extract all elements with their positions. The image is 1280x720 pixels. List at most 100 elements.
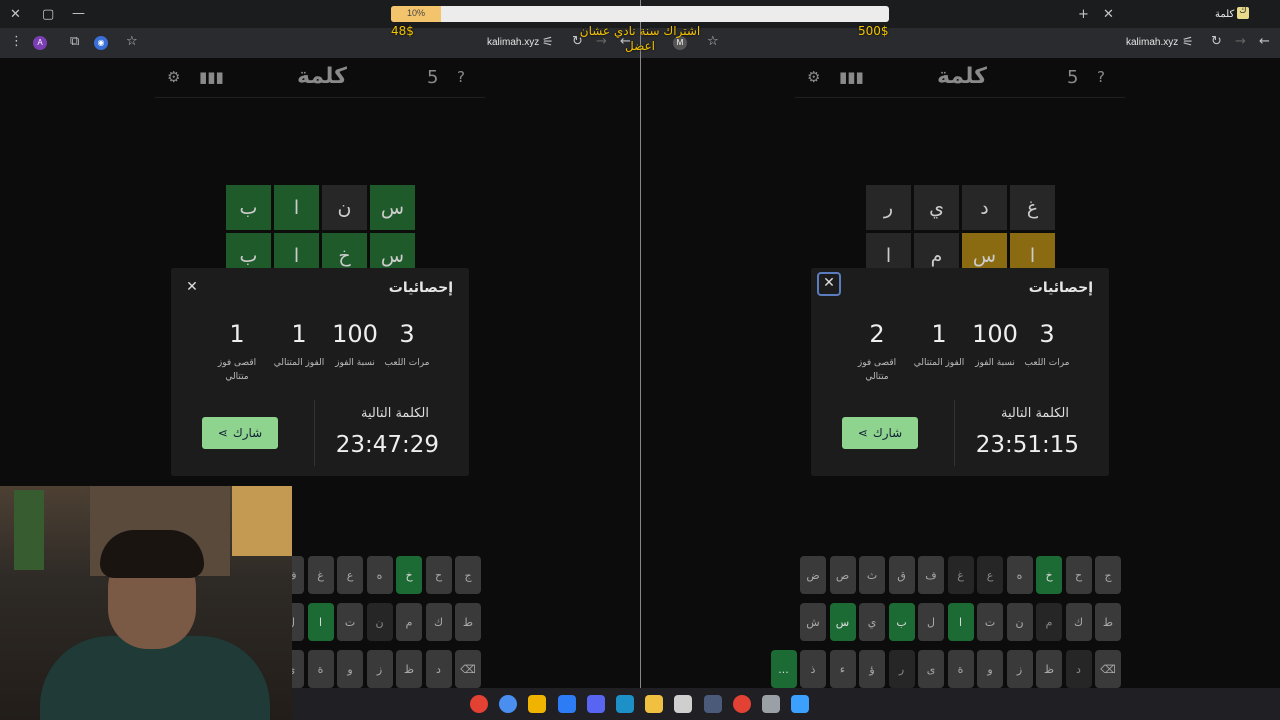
keyboard-key[interactable]: غ — [307, 556, 334, 594]
keyboard-key[interactable]: ؤ — [859, 650, 885, 688]
keyboard-key[interactable]: ة — [307, 650, 334, 688]
keyboard-key[interactable]: ش — [800, 603, 826, 641]
share-button[interactable]: ⋖ شارك — [842, 417, 918, 449]
new-tab-icon[interactable]: + — [1078, 8, 1089, 21]
keyboard-key[interactable]: د — [425, 650, 452, 688]
keyboard-key[interactable]: ك — [425, 603, 452, 641]
backspace-key[interactable]: ⌫ — [455, 650, 481, 688]
keyboard-key[interactable]: ج — [1095, 556, 1121, 594]
discord-icon[interactable] — [586, 695, 605, 713]
steam-icon[interactable] — [703, 695, 722, 713]
stats-icon[interactable]: ▮▮▮ — [199, 70, 224, 85]
settings-icon[interactable]: ⚙ — [807, 70, 820, 85]
keyboard-key[interactable]: ل — [918, 603, 944, 641]
keyboard-key[interactable]: ت — [977, 603, 1003, 641]
keyboard-key[interactable]: ع — [977, 556, 1003, 594]
keyboard-key[interactable]: ن — [366, 603, 393, 641]
file-explorer-icon[interactable] — [645, 695, 664, 713]
url-text[interactable]: kalimah.xyz — [487, 37, 539, 48]
keyboard-key[interactable]: م — [396, 603, 422, 641]
keyboard-key[interactable]: و — [337, 650, 363, 688]
keyboard-key[interactable]: د — [1065, 650, 1092, 688]
keyboard-key[interactable]: ط — [1095, 603, 1121, 641]
share-button[interactable]: ⋖ شارك — [202, 417, 278, 449]
help-icon[interactable]: ? — [457, 70, 465, 85]
chrome-beta-icon[interactable] — [499, 695, 518, 713]
stat-label: نسبة الفوز — [335, 358, 375, 368]
keyboard-key[interactable]: خ — [1036, 556, 1062, 594]
keyboard-key[interactable]: ذ — [800, 650, 826, 688]
keyboard-key[interactable]: خ — [396, 556, 422, 594]
help-icon[interactable]: ? — [1097, 70, 1105, 85]
keyboard-key[interactable]: ط — [455, 603, 481, 641]
forward-icon[interactable]: → — [1235, 35, 1246, 48]
keyboard-key[interactable]: غ — [947, 556, 974, 594]
keyboard-key[interactable]: ا — [947, 603, 974, 641]
keyboard-key[interactable]: ا — [307, 603, 334, 641]
settings-icon[interactable] — [762, 695, 780, 713]
keyboard-key[interactable]: ب — [888, 603, 915, 641]
profile-avatar[interactable]: A — [33, 36, 47, 50]
keyboard-key[interactable]: ء — [829, 650, 856, 688]
extensions-icon[interactable]: ⧉ — [70, 35, 79, 48]
extension-badge-icon[interactable]: ◉ — [94, 36, 108, 50]
stat-value: 100 — [332, 320, 378, 348]
chrome-icon-2[interactable] — [732, 695, 751, 713]
url-text[interactable]: kalimah.xyz — [1126, 37, 1178, 48]
keyboard-key[interactable]: ق — [888, 556, 915, 594]
background-lamp — [232, 486, 292, 556]
board-tile: س — [370, 185, 415, 230]
keyboard-key[interactable]: و — [977, 650, 1003, 688]
rockstar-icon[interactable] — [528, 695, 547, 713]
tab-close-icon[interactable]: ✕ — [1103, 8, 1114, 21]
board-tile: د — [962, 185, 1007, 230]
reload-icon[interactable]: ↻ — [1211, 35, 1222, 48]
keyboard-key[interactable]: ح — [1065, 556, 1092, 594]
edge-icon[interactable] — [616, 695, 634, 713]
streamer-hair — [100, 530, 204, 578]
keyboard-key[interactable]: ح — [425, 556, 452, 594]
keyboard-key[interactable]: ي — [859, 603, 885, 641]
keyboard-key[interactable]: ج — [455, 556, 481, 594]
keyboard-key[interactable]: ث — [859, 556, 885, 594]
keyboard-key[interactable]: ف — [918, 556, 944, 594]
media-player-icon[interactable] — [557, 695, 576, 713]
keyboard-key[interactable]: ر — [888, 650, 915, 688]
keyboard-key[interactable]: ظ — [1036, 650, 1062, 688]
keyboard-key[interactable]: ة — [947, 650, 974, 688]
close-window-icon[interactable]: ✕ — [10, 8, 21, 21]
minimize-icon[interactable]: — — [72, 7, 85, 20]
settings-icon[interactable]: ⚙ — [167, 70, 180, 85]
close-icon[interactable]: ✕ — [817, 272, 841, 296]
backspace-key[interactable]: ⌫ — [1095, 650, 1121, 688]
tab-title[interactable]: كلمة — [1215, 9, 1234, 20]
keyboard-key[interactable]: ه — [1006, 556, 1033, 594]
windows-start-icon[interactable] — [791, 695, 810, 713]
stats-icon[interactable]: ▮▮▮ — [839, 70, 864, 85]
enter-key[interactable]: ... — [770, 650, 797, 688]
keyboard-key[interactable]: ت — [337, 603, 363, 641]
back-icon[interactable]: ← — [1259, 35, 1270, 48]
next-word-label: الكلمة التالية — [361, 406, 429, 421]
keyboard-key[interactable]: ض — [800, 556, 826, 594]
keyboard-key[interactable]: ظ — [396, 650, 422, 688]
bookmark-star-icon[interactable]: ☆ — [126, 35, 138, 48]
keyboard-key[interactable]: ع — [337, 556, 363, 594]
keyboard-key[interactable]: س — [829, 603, 856, 641]
menu-dots-icon[interactable]: ⋮ — [10, 35, 23, 48]
keyboard-key[interactable]: م — [1036, 603, 1062, 641]
stat-played: 3 مرات اللعب — [1017, 320, 1077, 370]
keyboard-key[interactable]: ك — [1065, 603, 1092, 641]
keyboard-key[interactable]: ز — [1006, 650, 1033, 688]
close-icon[interactable]: ✕ — [181, 276, 203, 298]
keyboard-key[interactable]: ص — [829, 556, 856, 594]
site-settings-icon[interactable]: ⚟ — [1182, 36, 1194, 49]
maximize-icon[interactable]: ▢ — [42, 8, 54, 21]
chrome-icon[interactable] — [470, 695, 488, 713]
keyboard-key[interactable]: ز — [366, 650, 393, 688]
board-tile: ر — [866, 185, 911, 230]
keyboard-key[interactable]: ه — [366, 556, 393, 594]
obs-icon[interactable] — [674, 695, 693, 713]
keyboard-key[interactable]: ن — [1006, 603, 1033, 641]
keyboard-key[interactable]: ى — [918, 650, 944, 688]
